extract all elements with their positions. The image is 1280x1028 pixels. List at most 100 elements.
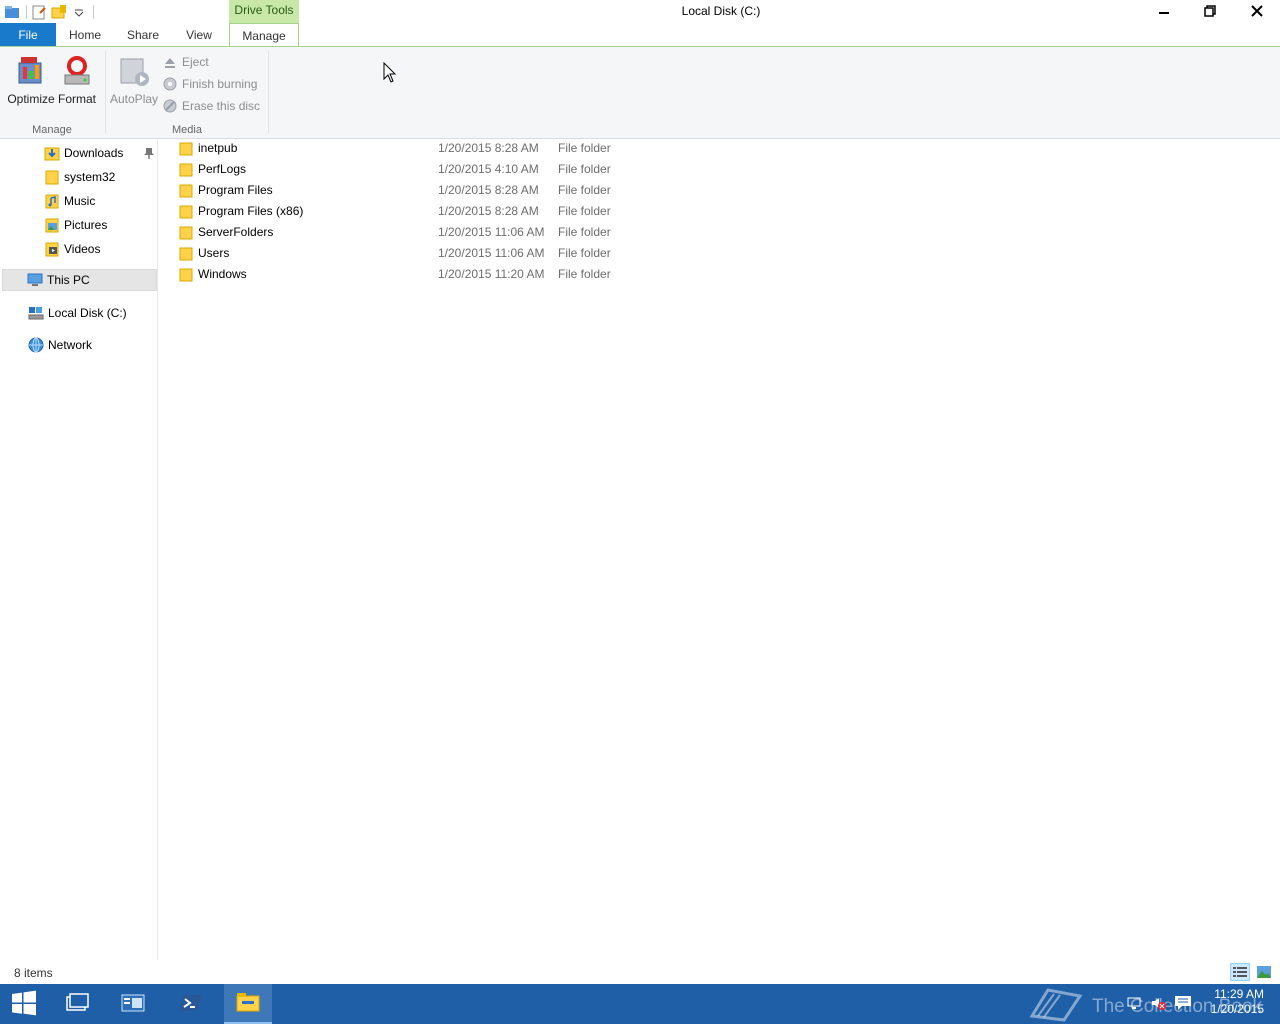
- folder-icon: [179, 142, 193, 156]
- window-controls: [1141, 0, 1280, 21]
- taskbar-clock[interactable]: 11:29 AM 1/20/2015: [1211, 987, 1264, 1017]
- file-date: 1/20/2015 8:28 AM: [438, 141, 539, 155]
- file-date: 1/20/2015 11:20 AM: [438, 267, 545, 281]
- pin-icon[interactable]: [142, 146, 156, 160]
- network-tray-icon[interactable]: [1126, 995, 1142, 1014]
- properties-icon[interactable]: [31, 4, 47, 20]
- close-button[interactable]: [1233, 0, 1280, 21]
- finish-burning-button[interactable]: Finish burning: [162, 74, 257, 94]
- mouse-cursor-icon: [383, 61, 397, 84]
- computer-icon: [27, 272, 43, 288]
- folder-icon: [179, 163, 193, 177]
- large-icons-view-button[interactable]: [1254, 963, 1274, 981]
- task-view-button[interactable]: [53, 984, 101, 1024]
- nav-item-label: Pictures: [64, 218, 108, 232]
- file-date: 1/20/2015 4:10 AM: [438, 162, 539, 176]
- tab-view[interactable]: View: [176, 23, 222, 47]
- file-row[interactable]: Windows 1/20/2015 11:20 AM File folder: [176, 266, 656, 287]
- window-title: Local Disk (C:): [681, 4, 761, 18]
- minimize-button[interactable]: [1141, 0, 1187, 21]
- file-row[interactable]: Users 1/20/2015 11:06 AM File folder: [176, 245, 656, 266]
- drive-tools-context-header: Drive Tools: [229, 0, 299, 23]
- pictures-icon: [44, 217, 60, 233]
- file-name: ServerFolders: [198, 225, 274, 239]
- item-count: 8 items: [14, 966, 53, 980]
- clock-date: 1/20/2015: [1210, 1002, 1264, 1016]
- nav-item-system32[interactable]: system32: [44, 166, 115, 188]
- eject-label: Eject: [182, 55, 209, 69]
- tab-file[interactable]: File: [0, 23, 56, 47]
- file-row[interactable]: Program Files (x86) 1/20/2015 8:28 AM Fi…: [176, 203, 656, 224]
- optimize-button[interactable]: Optimize: [7, 51, 55, 106]
- server-manager-button[interactable]: [109, 984, 157, 1024]
- start-button[interactable]: [0, 984, 48, 1024]
- tab-manage[interactable]: Manage: [229, 23, 299, 47]
- action-center-icon[interactable]: [1174, 995, 1192, 1014]
- downloads-icon: [44, 145, 60, 161]
- file-name: Users: [198, 246, 230, 260]
- folder-icon: [179, 205, 193, 219]
- nav-item-network[interactable]: Network: [28, 334, 92, 356]
- task-view-icon: [65, 992, 89, 1016]
- file-date: 1/20/2015 8:28 AM: [438, 204, 539, 218]
- tab-share[interactable]: Share: [118, 23, 168, 47]
- restore-button[interactable]: [1187, 0, 1233, 21]
- erase-disc-icon: [162, 98, 178, 114]
- optimize-icon: [15, 55, 47, 90]
- ribbon: Optimize Format Manage Media AutoPlay Ej…: [0, 47, 1280, 139]
- nav-item-downloads[interactable]: Downloads: [44, 142, 123, 164]
- nav-item-this-pc[interactable]: This PC: [2, 269, 157, 291]
- media-group-label: Media: [172, 124, 202, 136]
- folder-icon: [179, 247, 193, 261]
- format-button[interactable]: Format: [53, 51, 101, 106]
- autoplay-icon: [118, 55, 150, 90]
- details-view-button[interactable]: [1230, 963, 1250, 981]
- system-tray: [1126, 984, 1192, 1024]
- view-switcher: [1230, 963, 1274, 981]
- format-label: Format: [57, 92, 96, 106]
- file-row[interactable]: PerfLogs 1/20/2015 4:10 AM File folder: [176, 161, 656, 182]
- nav-item-label: Videos: [64, 242, 101, 256]
- file-type: File folder: [558, 204, 611, 218]
- powershell-button[interactable]: [167, 984, 215, 1024]
- autoplay-button[interactable]: AutoPlay: [110, 51, 158, 106]
- manage-group: Optimize Format Manage: [0, 47, 104, 139]
- folder-icon: [179, 184, 193, 198]
- explorer-app-icon[interactable]: [4, 4, 20, 20]
- nav-item-pictures[interactable]: Pictures: [44, 214, 107, 236]
- optimize-label: Optimize: [7, 92, 55, 106]
- file-row[interactable]: Program Files 1/20/2015 8:28 AM File fol…: [176, 182, 656, 203]
- eject-button[interactable]: Eject: [162, 52, 209, 72]
- title-bar: Drive Tools Local Disk (C:): [0, 0, 1280, 23]
- nav-item-local-disk[interactable]: Local Disk (C:): [28, 302, 127, 324]
- erase-disc-button[interactable]: Erase this disc: [162, 96, 260, 116]
- folder-icon: [44, 169, 60, 185]
- nav-item-music[interactable]: Music: [44, 190, 95, 212]
- nav-item-videos[interactable]: Videos: [44, 238, 100, 260]
- file-date: 1/20/2015 11:06 AM: [438, 246, 545, 260]
- toolbar-divider: [93, 5, 94, 19]
- file-name: Windows: [198, 267, 247, 281]
- file-date: 1/20/2015 11:06 AM: [438, 225, 545, 239]
- finish-burning-label: Finish burning: [182, 77, 258, 91]
- file-name: PerfLogs: [198, 162, 247, 176]
- new-folder-icon[interactable]: [51, 4, 67, 20]
- ribbon-tab-strip: File Home Share View Manage ?: [0, 23, 1280, 65]
- nav-item-label: Downloads: [64, 146, 124, 160]
- file-explorer-icon: [236, 992, 260, 1015]
- windows-logo-icon: [11, 990, 37, 1019]
- volume-muted-icon[interactable]: [1150, 995, 1166, 1014]
- tab-home[interactable]: Home: [60, 23, 110, 47]
- file-row[interactable]: inetpub 1/20/2015 8:28 AM File folder: [176, 140, 656, 161]
- nav-item-label: Network: [48, 338, 93, 352]
- file-type: File folder: [558, 183, 611, 197]
- file-explorer-button[interactable]: [224, 984, 272, 1024]
- file-row[interactable]: ServerFolders 1/20/2015 11:06 AM File fo…: [176, 224, 656, 245]
- finish-burning-icon: [162, 76, 178, 92]
- customize-toolbar-chevron-icon[interactable]: [71, 4, 87, 20]
- status-bar: 8 items: [0, 962, 1280, 984]
- format-icon: [61, 55, 93, 90]
- music-icon: [44, 193, 60, 209]
- file-type: File folder: [558, 225, 611, 239]
- manage-group-label: Manage: [32, 124, 72, 136]
